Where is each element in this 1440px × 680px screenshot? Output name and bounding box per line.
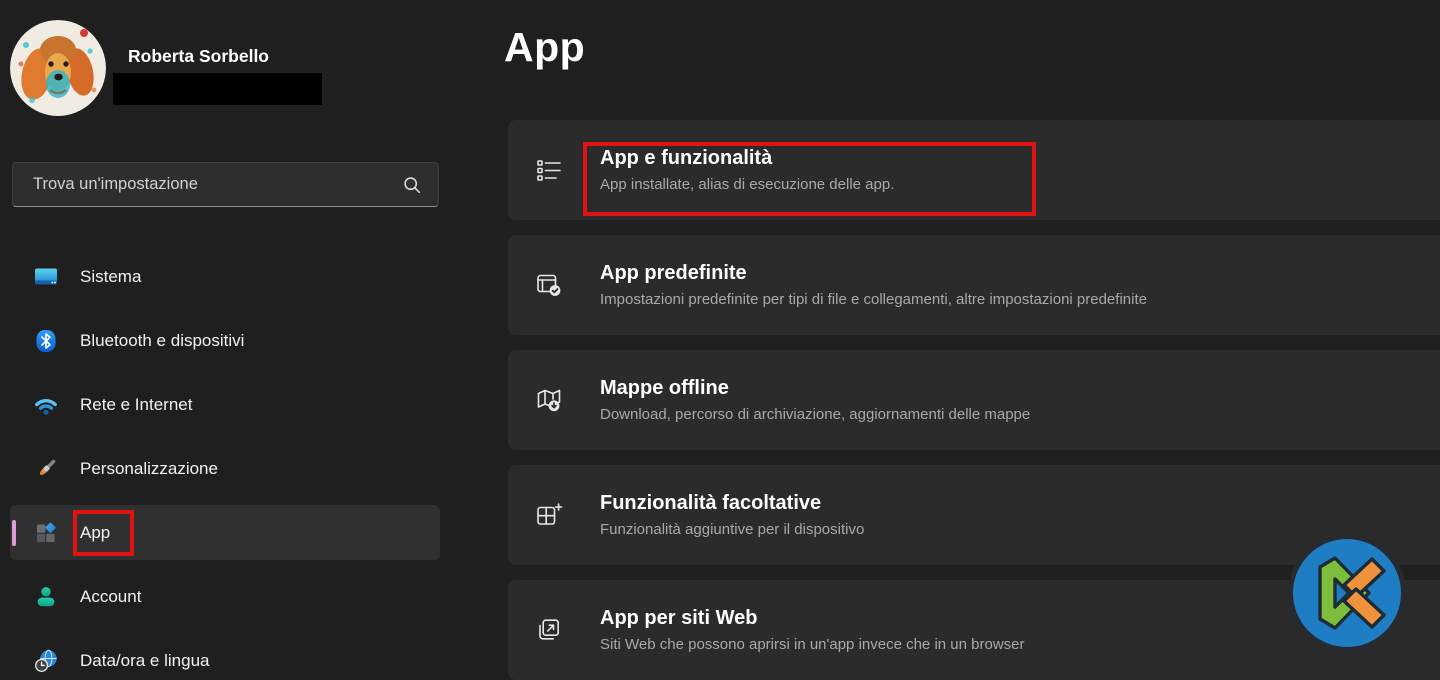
sidebar-item-label: Rete e Internet <box>80 395 193 414</box>
row-app-e-funzionalita[interactable]: App e funzionalità App installate, alias… <box>508 120 1440 220</box>
accent-selection-pill <box>12 520 16 546</box>
sidebar-item-account[interactable]: Account <box>0 565 470 629</box>
sidebar-item-label: Data/ora e lingua <box>80 651 210 670</box>
row-title: Mappe offline <box>600 377 729 399</box>
apps-websites-icon <box>539 619 559 640</box>
row-app-predefinite[interactable]: App predefinite Impostazioni predefinite… <box>508 235 1440 335</box>
optional-features-icon <box>537 503 563 525</box>
redacted-email-bar <box>113 73 322 105</box>
settings-window: Roberta Sorbello Trova un'impostazione S… <box>0 0 1440 680</box>
row-subtitle: Download, percorso di archiviazione, agg… <box>600 406 1031 423</box>
row-title: App per siti Web <box>600 607 758 629</box>
row-subtitle: Siti Web che possono aprirsi in un'app i… <box>600 636 1025 653</box>
highlight-box-app-features <box>583 142 1036 216</box>
search-input[interactable] <box>13 175 402 194</box>
sidebar-item-label: Sistema <box>80 267 142 286</box>
sidebar-item-label: Account <box>80 587 142 606</box>
personalization-brush-icon <box>33 456 59 482</box>
search-icon <box>404 176 421 193</box>
system-icon <box>33 264 59 290</box>
sidebar-nav: Sistema Bluetooth e dispositivi Rete e I… <box>0 245 470 680</box>
user-name: Roberta Sorbello <box>128 46 269 66</box>
sidebar-item-label: Bluetooth e dispositivi <box>80 331 245 350</box>
row-subtitle: Impostazioni predefinite per tipi di fil… <box>600 291 1147 308</box>
sidebar-item-label: Personalizzazione <box>80 459 218 478</box>
search-box[interactable] <box>12 162 439 207</box>
highlight-box-app-item <box>73 510 134 556</box>
sidebar-item-bluetooth[interactable]: Bluetooth e dispositivi <box>0 309 470 373</box>
apps-features-icon <box>537 160 561 181</box>
sidebar-item-rete[interactable]: Rete e Internet <box>0 373 470 437</box>
avatar[interactable] <box>10 20 106 116</box>
watermark-logo-icon <box>1288 534 1406 652</box>
watermark-logo <box>1286 532 1408 654</box>
datetime-globe-clock-icon <box>33 648 59 674</box>
page-title: App <box>504 24 586 70</box>
sidebar-item-data-ora[interactable]: Data/ora e lingua <box>0 629 470 680</box>
network-wifi-icon <box>33 392 59 418</box>
sidebar: Roberta Sorbello Trova un'impostazione S… <box>0 0 470 680</box>
row-title: Funzionalità facoltative <box>600 492 822 514</box>
sidebar-item-personalizzazione[interactable]: Personalizzazione <box>0 437 470 501</box>
sidebar-item-sistema[interactable]: Sistema <box>0 245 470 309</box>
row-title: App predefinite <box>600 262 747 284</box>
avatar-dog-painting <box>10 20 106 116</box>
default-apps-icon <box>537 274 561 296</box>
row-subtitle: Funzionalità aggiuntive per il dispositi… <box>600 521 865 538</box>
account-icon <box>33 584 59 610</box>
bluetooth-icon <box>33 328 59 354</box>
sidebar-item-app[interactable]: App <box>0 501 470 565</box>
offline-maps-icon <box>537 389 561 412</box>
row-mappe-offline[interactable]: Mappe offline Download, percorso di arch… <box>508 350 1440 450</box>
apps-icon <box>33 520 59 546</box>
